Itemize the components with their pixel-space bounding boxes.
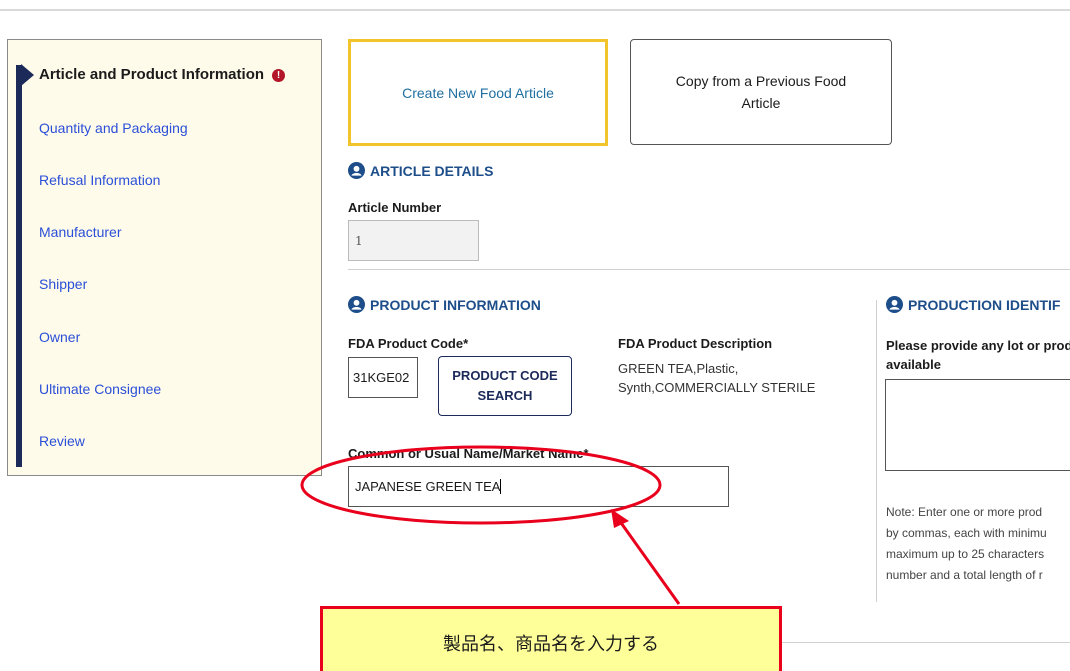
article-number-label: Article Number bbox=[348, 200, 442, 215]
sidebar-item-manufacturer[interactable]: Manufacturer bbox=[39, 224, 121, 240]
sidebar-nav: Article and Product Information! Quantit… bbox=[7, 39, 322, 476]
user-circle-icon bbox=[348, 162, 365, 179]
product-description-value: GREEN TEA,Plastic, Synth,COMMERCIALLY ST… bbox=[618, 361, 816, 395]
article-details-heading: ARTICLE DETAILS bbox=[348, 162, 493, 179]
current-step-marker-icon bbox=[21, 64, 34, 86]
market-name-label: Common or Usual Name/Market Name* bbox=[348, 446, 589, 461]
user-circle-icon bbox=[348, 296, 365, 313]
sidebar-item-review[interactable]: Review bbox=[39, 433, 85, 449]
lot-number-textarea[interactable] bbox=[885, 379, 1070, 471]
annotation-arrow-line bbox=[617, 519, 681, 605]
annotation-callout: 製品名、商品名を入力する bbox=[320, 606, 782, 671]
sidebar-item-ultimate-consignee[interactable]: Ultimate Consignee bbox=[39, 381, 161, 397]
column-divider bbox=[876, 300, 877, 602]
article-number-field bbox=[348, 220, 479, 261]
lot-number-label: Please provide any lot or prod available bbox=[886, 338, 1070, 372]
copy-previous-article-button[interactable]: Copy from a Previous Food Article bbox=[630, 39, 892, 145]
sidebar-item-shipper[interactable]: Shipper bbox=[39, 276, 87, 292]
text-cursor bbox=[500, 479, 502, 494]
alert-icon: ! bbox=[272, 69, 286, 82]
sidebar-item-owner[interactable]: Owner bbox=[39, 329, 80, 345]
product-code-field[interactable] bbox=[348, 357, 418, 398]
sidebar-item-refusal-information[interactable]: Refusal Information bbox=[39, 172, 160, 188]
product-code-label: FDA Product Code* bbox=[348, 336, 469, 351]
product-code-search-button[interactable]: PRODUCT CODE SEARCH bbox=[438, 356, 572, 416]
progress-bar bbox=[16, 65, 22, 467]
bottom-divider bbox=[780, 642, 1070, 643]
product-description-label: FDA Product Description bbox=[618, 336, 773, 351]
market-name-value: JAPANESE GREEN TEA bbox=[355, 479, 501, 494]
sidebar-item-article-product-info[interactable]: Article and Product Information! bbox=[39, 66, 286, 83]
product-information-heading: PRODUCT INFORMATION bbox=[348, 296, 541, 313]
sidebar-item-quantity-packaging[interactable]: Quantity and Packaging bbox=[39, 120, 188, 136]
user-circle-icon bbox=[886, 296, 903, 313]
arrowhead-icon bbox=[611, 509, 629, 528]
production-identification-heading: PRODUCTION IDENTIF bbox=[886, 296, 1060, 313]
create-new-article-button[interactable]: Create New Food Article bbox=[348, 39, 608, 146]
top-divider bbox=[0, 9, 1070, 11]
section-divider bbox=[348, 269, 1070, 270]
market-name-field[interactable]: JAPANESE GREEN TEA bbox=[348, 466, 729, 507]
lot-number-note: Note: Enter one or more prod by commas, … bbox=[886, 505, 1047, 582]
